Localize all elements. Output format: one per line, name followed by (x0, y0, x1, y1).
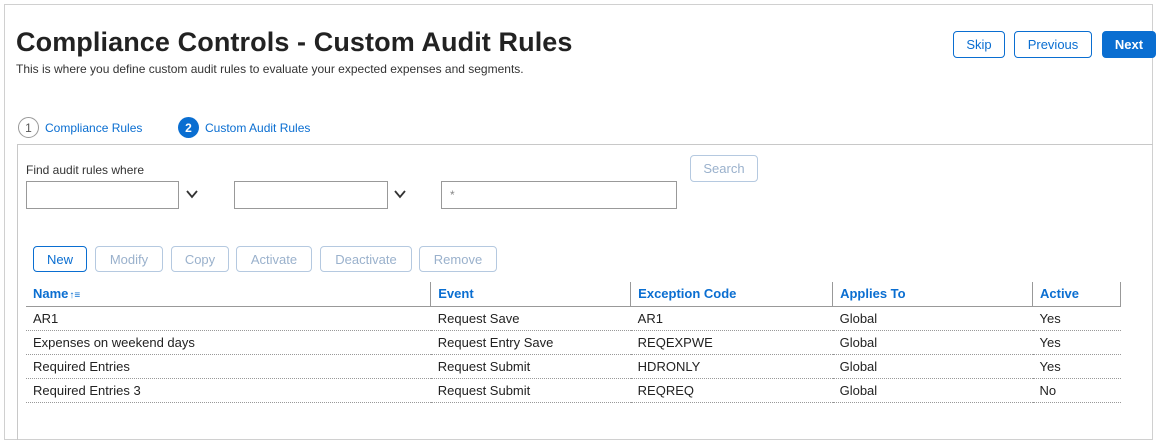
cell-active: Yes (1032, 330, 1121, 355)
chevron-down-icon[interactable] (185, 187, 203, 205)
table-header-row: Name↑≡ Event Exception Code Applies To A… (26, 282, 1121, 307)
column-header-name[interactable]: Name↑≡ (26, 282, 431, 307)
cell-name: AR1 (26, 306, 431, 331)
cell-exception-code: AR1 (630, 306, 833, 331)
cell-exception-code: HDRONLY (630, 354, 833, 379)
cell-event: Request Submit (430, 354, 631, 379)
cell-exception-code: REQEXPWE (630, 330, 833, 355)
column-header-exception-code[interactable]: Exception Code (630, 282, 833, 307)
activate-button[interactable]: Activate (236, 246, 312, 272)
cell-applies-to: Global (832, 330, 1033, 355)
previous-button[interactable]: Previous (1014, 31, 1092, 58)
step-label: Compliance Rules (45, 120, 143, 135)
column-header-applies-to[interactable]: Applies To (832, 282, 1033, 307)
step-custom-audit-rules[interactable]: 2 Custom Audit Rules (178, 117, 310, 138)
table-row[interactable]: Required Entries Request Submit HDRONLY Glo… (26, 354, 1121, 379)
column-header-label: Name (33, 286, 69, 302)
cell-name: Expenses on weekend days (26, 330, 431, 355)
cell-applies-to: Global (832, 378, 1033, 403)
table-row[interactable]: AR1 Request Save AR1 Global Yes (26, 306, 1121, 331)
deactivate-button[interactable]: Deactivate (320, 246, 412, 272)
step-label: Custom Audit Rules (205, 120, 311, 135)
step-number: 1 (18, 117, 39, 138)
page-title: Compliance Controls - Custom Audit Rules (16, 27, 573, 57)
cell-active: Yes (1032, 306, 1121, 331)
cell-name: Required Entries (26, 354, 431, 379)
cell-active: Yes (1032, 354, 1121, 379)
column-header-active[interactable]: Active (1032, 282, 1121, 307)
cell-active: No (1032, 378, 1121, 403)
cell-applies-to: Global (832, 306, 1033, 331)
sort-ascending-icon[interactable]: ↑≡ (69, 290, 80, 301)
step-number: 2 (178, 117, 199, 138)
skip-button[interactable]: Skip (953, 31, 1005, 58)
page-subtitle: This is where you define custom audit ru… (16, 62, 524, 76)
chevron-down-icon[interactable] (393, 187, 411, 205)
cell-event: Request Save (430, 306, 631, 331)
audit-rules-table: Name↑≡ Event Exception Code Applies To A… (26, 282, 1121, 403)
field-select[interactable] (26, 181, 179, 209)
cell-name: Required Entries 3 (26, 378, 431, 403)
table-row[interactable]: Required Entries 3 Request Submit REQREQ Gl… (26, 378, 1121, 403)
search-value-input[interactable] (441, 181, 677, 209)
find-label: Find audit rules where (26, 163, 145, 177)
search-button[interactable]: Search (690, 155, 758, 182)
step-compliance-rules[interactable]: 1 Compliance Rules (18, 117, 142, 138)
operator-select[interactable] (234, 181, 388, 209)
cell-applies-to: Global (832, 354, 1033, 379)
cell-event: Request Entry Save (430, 330, 631, 355)
copy-button[interactable]: Copy (171, 246, 229, 272)
column-header-event[interactable]: Event (430, 282, 631, 307)
next-button[interactable]: Next (1102, 31, 1156, 58)
cell-event: Request Submit (430, 378, 631, 403)
remove-button[interactable]: Remove (419, 246, 497, 272)
table-row[interactable]: Expenses on weekend days Request Entry Sa… (26, 330, 1121, 355)
modify-button[interactable]: Modify (95, 246, 163, 272)
cell-exception-code: REQREQ (630, 378, 833, 403)
new-button[interactable]: New (33, 246, 87, 272)
